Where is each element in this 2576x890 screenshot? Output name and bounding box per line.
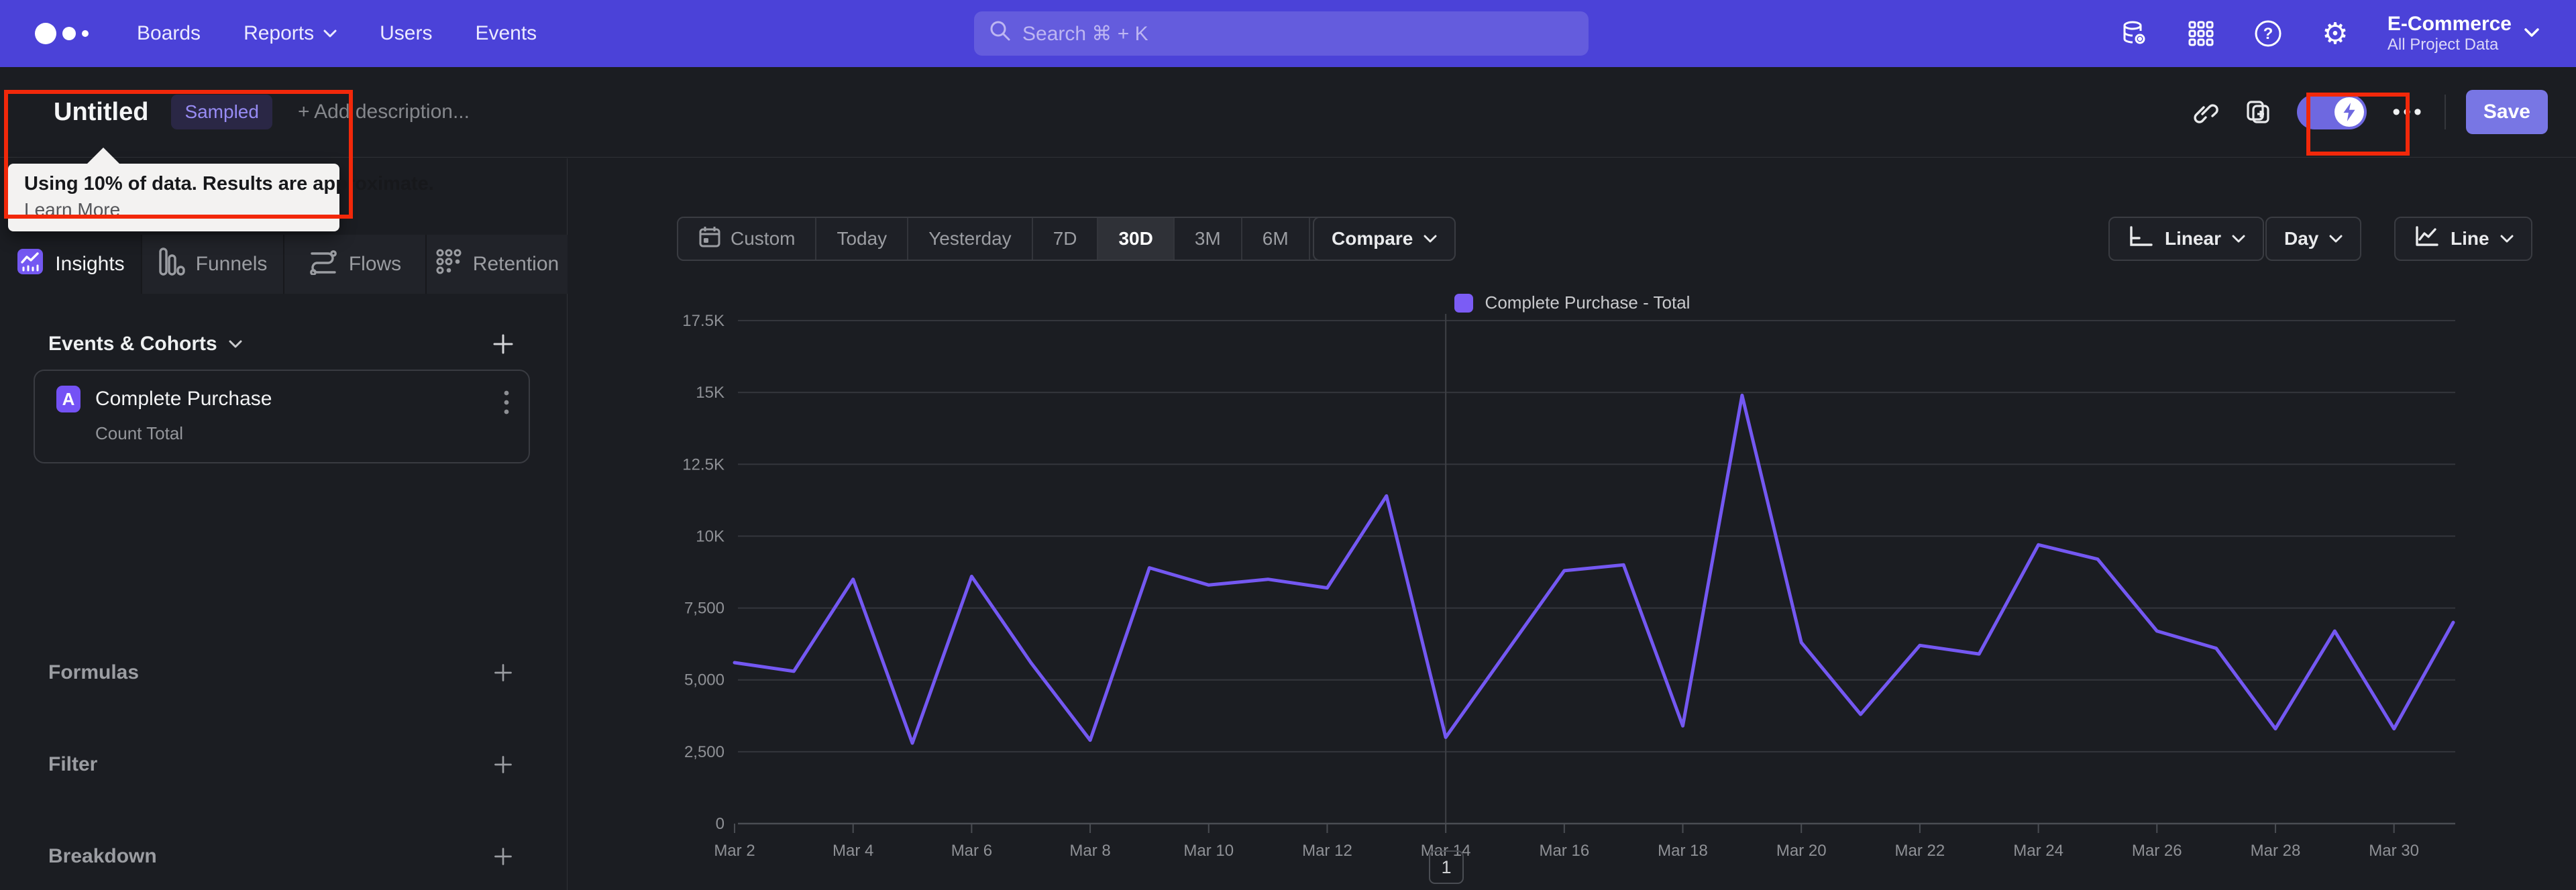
insights-report-page: BoardsReportsUsersEvents Search ⌘ + K (0, 0, 2576, 890)
x-axis-tick-label: Mar 22 (1895, 842, 1945, 860)
series-line (733, 393, 2455, 745)
y-axis-tick-label: 0 (716, 815, 724, 833)
x-axis-tick-label: Mar 4 (833, 842, 873, 860)
x-axis-tick-label: Mar 20 (1776, 842, 1827, 860)
y-axis-tick-label: 15K (696, 384, 724, 402)
y-axis-tick-label: 5,000 (684, 671, 724, 689)
tooltip-text: Using 10% of data. Results are approxima… (24, 173, 434, 194)
x-axis-tick-label: Mar 6 (951, 842, 992, 860)
x-axis-tick-label: Mar 24 (2013, 842, 2063, 860)
line-chart: 17.5K 15K 12.5K 10K 7,500 5,000 2,500 0 Mar 2 Mar… (682, 312, 2455, 860)
x-axis-tick-label: Mar 10 (1183, 842, 1234, 860)
x-axis-tick-label: Mar 18 (1658, 842, 1708, 860)
x-axis-tick-label: Mar 2 (714, 842, 755, 860)
learn-more-link[interactable]: Learn More (24, 199, 120, 221)
y-axis-tick-label: 10K (696, 527, 724, 545)
sampling-tooltip: Using 10% of data. Results are approxima… (8, 148, 434, 231)
y-axis-tick-label: 17.5K (682, 312, 724, 330)
x-axis-tick-label: Mar 26 (2132, 842, 2182, 860)
chart-page-indicator[interactable]: 1 (1429, 850, 1464, 884)
y-axis-tick-label: 7,500 (684, 600, 724, 618)
x-axis-tick-label: Mar 30 (2369, 842, 2419, 860)
x-axis-tick-label: Mar 8 (1069, 842, 1110, 860)
x-axis-tick-label: Mar 16 (1539, 842, 1589, 860)
x-axis-tick-label: Mar 12 (1302, 842, 1352, 860)
x-axis-tick-label: Mar 28 (2251, 842, 2301, 860)
y-axis-tick-label: 12.5K (682, 455, 724, 474)
y-axis-tick-label: 2,500 (684, 743, 724, 761)
